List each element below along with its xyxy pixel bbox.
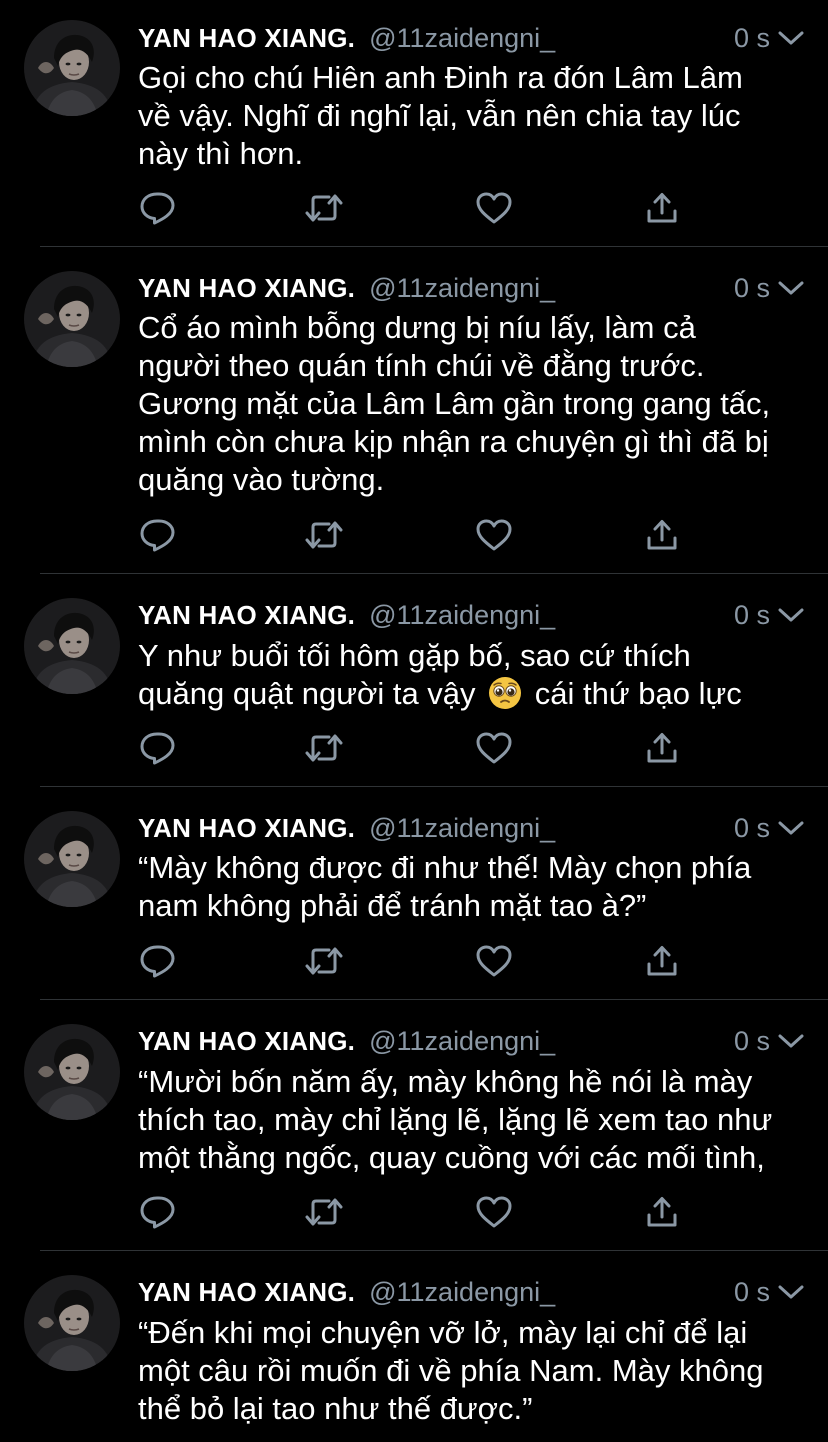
avatar[interactable] [24, 1024, 120, 1120]
share-icon[interactable] [642, 943, 682, 979]
author-handle[interactable]: @11zaidengni_ [369, 813, 555, 844]
heart-icon[interactable] [474, 1194, 514, 1230]
share-icon[interactable] [642, 517, 682, 553]
chevron-down-icon[interactable] [778, 25, 804, 51]
tweet[interactable]: YAN HAO XIANG. @11zaidengni_ 0 s “Mười b… [0, 1000, 828, 1251]
tweet-header: YAN HAO XIANG. @11zaidengni_ 0 s [138, 1274, 804, 1310]
tweet-timestamp: 0 s [733, 272, 770, 303]
retweet-icon[interactable] [304, 190, 344, 226]
tweet-text: Y như buổi tối hôm gặp bố, sao cứ thích … [138, 637, 806, 713]
author-handle[interactable]: @11zaidengni_ [369, 1277, 555, 1308]
tweet[interactable]: YAN HAO XIANG. @11zaidengni_ 0 s “Mày kh… [0, 787, 828, 1000]
reply-icon[interactable] [138, 943, 178, 979]
avatar[interactable] [24, 271, 120, 367]
tweet-header: YAN HAO XIANG. @11zaidengni_ 0 s [138, 810, 804, 846]
chevron-down-icon[interactable] [778, 1028, 804, 1054]
tweet-text-part: cái thứ bạo lực [526, 676, 742, 711]
tweet-timestamp: 0 s [733, 1025, 770, 1056]
tweet-header: YAN HAO XIANG. @11zaidengni_ 0 s [138, 270, 804, 306]
author-name[interactable]: YAN HAO XIANG. [138, 813, 355, 844]
chevron-down-icon[interactable] [778, 1279, 804, 1305]
heart-icon[interactable] [474, 190, 514, 226]
avatar[interactable] [24, 20, 120, 116]
avatar[interactable] [24, 1275, 120, 1371]
tweet-actions [138, 730, 698, 766]
tweet-text: Cổ áo mình bỗng dưng bị níu lấy, làm cả … [138, 310, 771, 497]
author-handle[interactable]: @11zaidengni_ [369, 273, 555, 304]
author-handle[interactable]: @11zaidengni_ [369, 23, 555, 54]
tweet-timestamp: 0 s [733, 812, 770, 843]
author-name[interactable]: YAN HAO XIANG. [138, 1026, 355, 1057]
tweet-text: “Mười bốn năm ấy, mày không hề nói là mà… [138, 1064, 773, 1175]
chevron-down-icon[interactable] [778, 275, 804, 301]
share-icon[interactable] [642, 730, 682, 766]
tweet-text: Gọi cho chú Hiên anh Đinh ra đón Lâm Lâm… [138, 60, 743, 171]
chevron-down-icon[interactable] [778, 815, 804, 841]
tweet-actions [138, 943, 698, 979]
tweet-text: “Mày không được đi như thế! Mày chọn phí… [138, 850, 752, 923]
tweet-actions [138, 517, 698, 553]
author-name[interactable]: YAN HAO XIANG. [138, 273, 355, 304]
tweet[interactable]: YAN HAO XIANG. @11zaidengni_ 0 s Y như b… [0, 574, 828, 787]
avatar[interactable] [24, 598, 120, 694]
tweet[interactable]: YAN HAO XIANG. @11zaidengni_ 0 s “Đến kh… [0, 1251, 828, 1442]
heart-icon[interactable] [474, 943, 514, 979]
author-handle[interactable]: @11zaidengni_ [369, 1026, 555, 1057]
tweet-text: “Đến khi mọi chuyện vỡ lở, mày lại chỉ đ… [138, 1315, 764, 1426]
reply-icon[interactable] [138, 517, 178, 553]
author-handle[interactable]: @11zaidengni_ [369, 600, 555, 631]
retweet-icon[interactable] [304, 1194, 344, 1230]
tweet-actions [138, 190, 698, 226]
reply-icon[interactable] [138, 730, 178, 766]
share-icon[interactable] [642, 190, 682, 226]
reply-icon[interactable] [138, 1194, 178, 1230]
heart-icon[interactable] [474, 730, 514, 766]
retweet-icon[interactable] [304, 517, 344, 553]
tweet-timestamp: 0 s [733, 599, 770, 630]
pleading-face-icon [488, 676, 522, 710]
tweet-actions [138, 1194, 698, 1230]
tweet-header: YAN HAO XIANG. @11zaidengni_ 0 s [138, 597, 804, 633]
author-name[interactable]: YAN HAO XIANG. [138, 23, 355, 54]
author-name[interactable]: YAN HAO XIANG. [138, 600, 355, 631]
tweet-timestamp: 0 s [733, 1276, 770, 1307]
retweet-icon[interactable] [304, 943, 344, 979]
tweet-timestamp: 0 s [733, 22, 770, 53]
avatar[interactable] [24, 811, 120, 907]
author-name[interactable]: YAN HAO XIANG. [138, 1277, 355, 1308]
tweet[interactable]: YAN HAO XIANG. @11zaidengni_ 0 s Cổ áo m… [0, 247, 828, 574]
reply-icon[interactable] [138, 190, 178, 226]
heart-icon[interactable] [474, 517, 514, 553]
chevron-down-icon[interactable] [778, 602, 804, 628]
tweet-header: YAN HAO XIANG. @11zaidengni_ 0 s [138, 20, 804, 56]
tweet-header: YAN HAO XIANG. @11zaidengni_ 0 s [138, 1023, 804, 1059]
tweet[interactable]: YAN HAO XIANG. @11zaidengni_ 0 s Gọi cho… [0, 0, 828, 247]
share-icon[interactable] [642, 1194, 682, 1230]
retweet-icon[interactable] [304, 730, 344, 766]
